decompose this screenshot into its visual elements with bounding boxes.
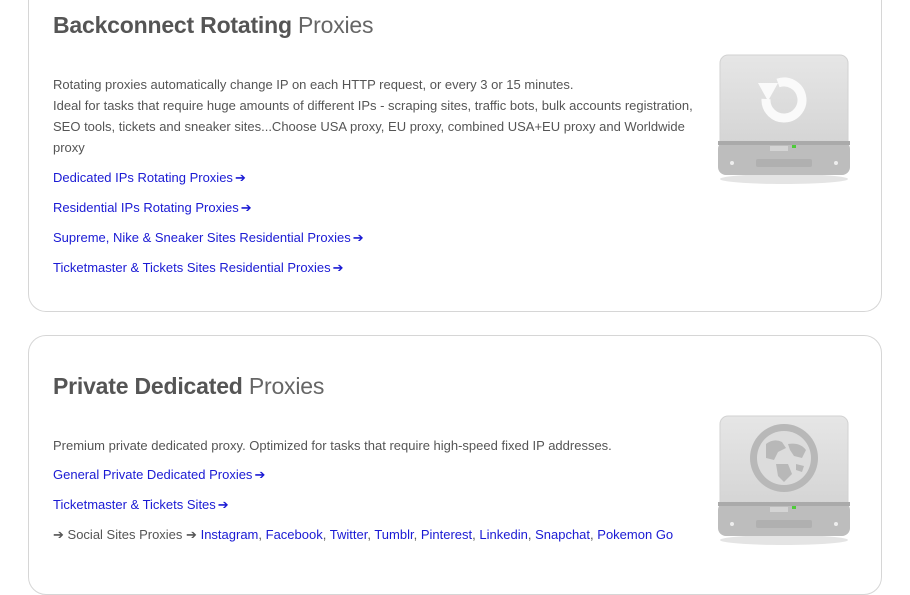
tickets-residential-link[interactable]: Ticketmaster & Tickets Sites Residential… [53, 260, 331, 275]
rotate-drive-icon [718, 54, 850, 184]
separator: , [472, 527, 476, 542]
arrow-right-icon: ➔ [234, 170, 246, 185]
residential-ips-rotating-link[interactable]: Residential IPs Rotating Proxies [53, 200, 239, 215]
link-row: Ticketmaster & Tickets Sites ➔ [53, 495, 673, 525]
card-description: Rotating proxies automatically change IP… [53, 74, 713, 158]
tumblr-link[interactable]: Tumblr [374, 527, 413, 542]
tickets-sites-link[interactable]: Ticketmaster & Tickets Sites [53, 497, 216, 512]
dedicated-links-list: General Private Dedicated Proxies ➔ Ticke… [53, 465, 673, 555]
social-row: ➔ Social Sites Proxies ➔ Instagram, Face… [53, 525, 673, 555]
link-row: Supreme, Nike & Sneaker Sites Residentia… [53, 228, 364, 258]
separator: , [322, 527, 327, 542]
card-title: Backconnect Rotating Proxies [53, 12, 374, 39]
twitter-link[interactable]: Twitter [330, 527, 368, 542]
separator: , [413, 527, 418, 542]
linkedin-link[interactable]: Linkedin [479, 527, 527, 542]
arrow-right-icon: ➔ [352, 230, 364, 245]
description-line: Ideal for tasks that require huge amount… [53, 98, 693, 113]
dedicated-ips-rotating-link[interactable]: Dedicated IPs Rotating Proxies [53, 170, 233, 185]
link-row: Dedicated IPs Rotating Proxies ➔ [53, 168, 364, 198]
separator: , [258, 527, 263, 542]
separator: , [590, 527, 594, 542]
rotating-links-list: Dedicated IPs Rotating Proxies ➔ Resident… [53, 168, 364, 288]
arrow-right-icon: ➔ [217, 497, 229, 512]
separator: , [367, 527, 371, 542]
private-dedicated-card: Private Dedicated Proxies Premium privat… [28, 335, 882, 595]
facebook-link[interactable]: Facebook [266, 527, 323, 542]
link-row: Residential IPs Rotating Proxies ➔ [53, 198, 364, 228]
arrow-right-icon: ➔ [53, 527, 64, 542]
arrow-right-icon: ➔ [254, 467, 266, 482]
card-title: Private Dedicated Proxies [53, 373, 324, 400]
card-title-bold: Private Dedicated [53, 373, 243, 399]
link-row: Ticketmaster & Tickets Sites Residential… [53, 258, 364, 288]
snapchat-link[interactable]: Snapchat [535, 527, 590, 542]
description-line: Premium private dedicated proxy. Optimiz… [53, 438, 612, 453]
backconnect-rotating-card: Backconnect Rotating Proxies Rotating pr… [28, 0, 882, 312]
card-description: Premium private dedicated proxy. Optimiz… [53, 435, 713, 456]
pokemon-go-link[interactable]: Pokemon Go [597, 527, 673, 542]
arrow-right-icon: ➔ [332, 260, 344, 275]
globe-drive-icon [718, 415, 850, 545]
card-title-light: Proxies [298, 12, 374, 38]
card-title-light: Proxies [248, 373, 325, 399]
instagram-link[interactable]: Instagram [201, 527, 259, 542]
arrow-right-icon: ➔ [186, 527, 197, 542]
arrow-right-icon: ➔ [240, 200, 252, 215]
separator: , [527, 527, 532, 542]
social-label: Social Sites Proxies [67, 527, 183, 542]
description-line: SEO tools, tickets and sneaker sites...C… [53, 119, 685, 155]
sneaker-residential-link[interactable]: Supreme, Nike & Sneaker Sites Residentia… [53, 230, 351, 245]
link-row: General Private Dedicated Proxies ➔ [53, 465, 673, 495]
description-line: Rotating proxies automatically change IP… [53, 77, 574, 92]
card-title-bold: Backconnect Rotating [53, 12, 292, 38]
general-dedicated-link[interactable]: General Private Dedicated Proxies [53, 467, 252, 482]
pinterest-link[interactable]: Pinterest [421, 527, 472, 542]
